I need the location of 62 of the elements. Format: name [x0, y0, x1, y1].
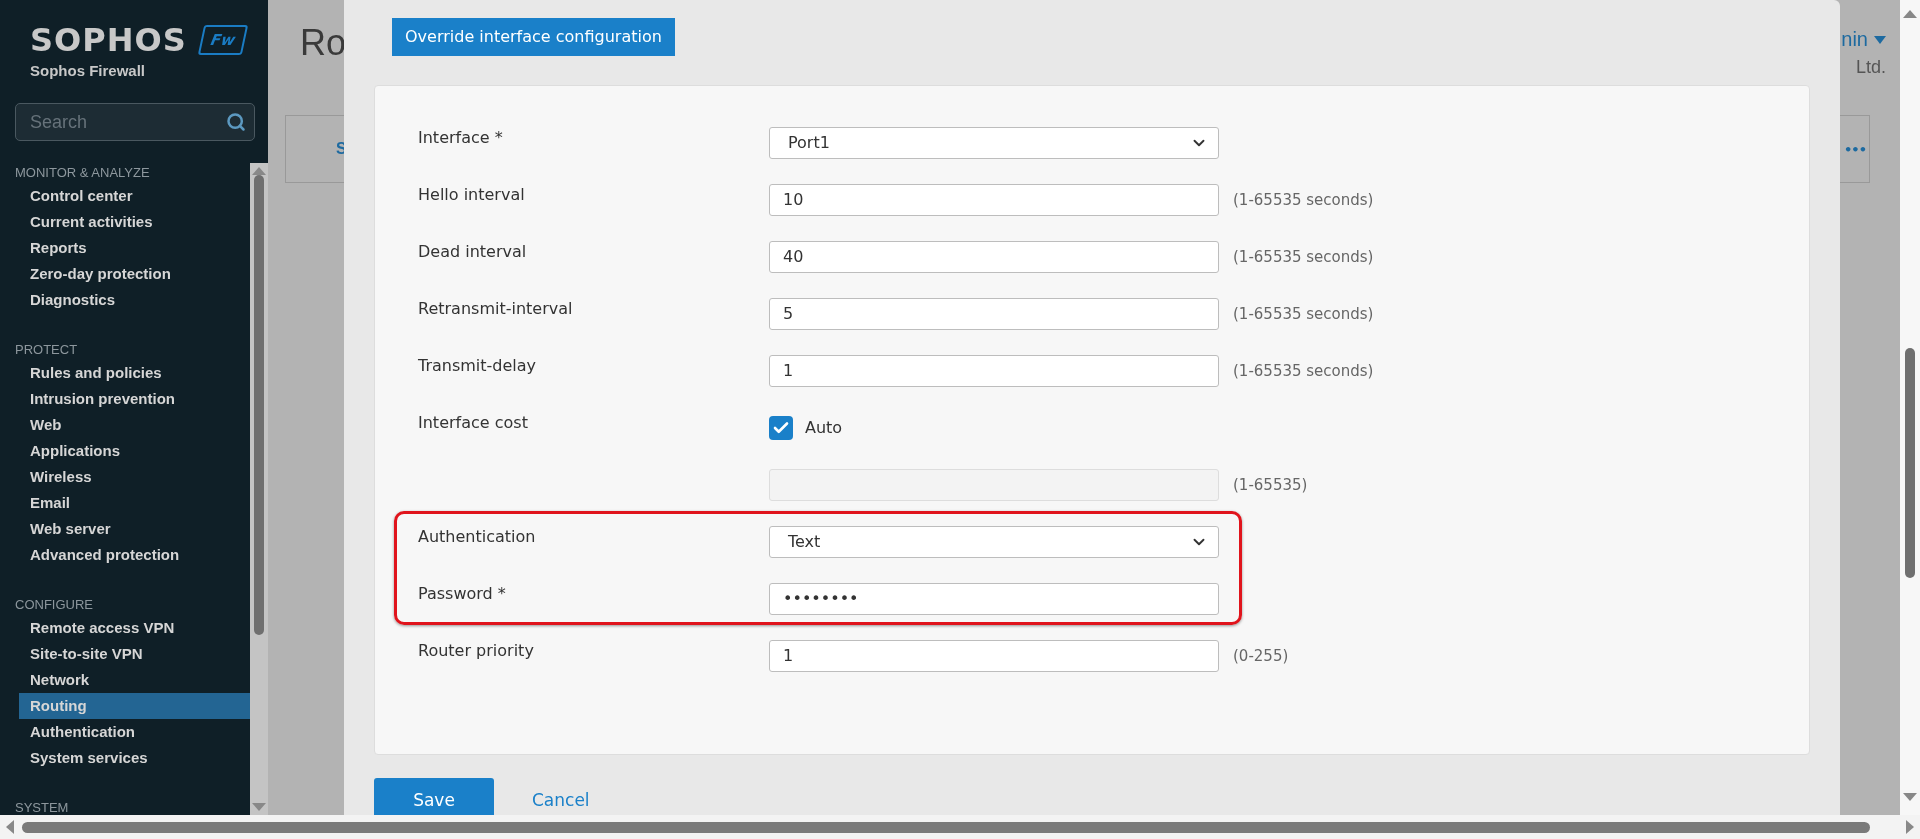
scrollbar[interactable]: [0, 815, 1920, 839]
field-label: Retransmit-interval: [418, 298, 574, 318]
input-field[interactable]: 1: [769, 639, 1219, 672]
nav-item[interactable]: Diagnostics: [19, 287, 250, 313]
field-label: Hello interval: [418, 184, 526, 204]
nav-item[interactable]: Wireless: [19, 464, 250, 490]
nav-item[interactable]: Authentication: [19, 719, 250, 745]
nav-item[interactable]: Applications: [19, 438, 250, 464]
page-title: Ro: [300, 22, 347, 65]
range-hint: (1-65535 seconds): [1233, 247, 1374, 266]
nav-item[interactable]: Advanced protection: [19, 542, 250, 568]
checkbox-label: Auto: [805, 418, 843, 437]
brand-logo: SOPHOS: [30, 22, 187, 58]
nav-item[interactable]: Web server: [19, 516, 250, 542]
product-badge: Fw: [197, 25, 249, 55]
save-button[interactable]: Save: [374, 778, 494, 815]
checkbox[interactable]: [769, 415, 793, 440]
range-hint: (1-65535 seconds): [1233, 304, 1374, 323]
nav-item[interactable]: Network: [19, 667, 250, 693]
range-hint: (0-255): [1233, 646, 1289, 665]
input-field[interactable]: 5: [769, 297, 1219, 330]
input-field[interactable]: 40: [769, 240, 1219, 273]
field-label: Interface cost: [418, 412, 529, 432]
input-field[interactable]: ••••••••: [769, 582, 1219, 615]
field-label: Interface *: [418, 127, 504, 147]
dialog-title: Override interface configuration: [392, 18, 675, 56]
caret-icon: [1874, 35, 1886, 44]
section-title: SYSTEM: [14, 799, 70, 815]
field-label: Password *: [418, 583, 507, 603]
nav-item[interactable]: Site-to-site VPN: [19, 641, 250, 667]
input-field[interactable]: 1: [769, 354, 1219, 387]
scrollbar[interactable]: [250, 163, 268, 815]
nav-item[interactable]: System services: [19, 745, 250, 771]
nav-item[interactable]: Current activities: [19, 209, 250, 235]
field-label: Authentication: [418, 526, 537, 546]
input-field[interactable]: 10: [769, 183, 1219, 216]
product-name: Sophos Firewall: [30, 62, 147, 79]
search-field[interactable]: Search: [15, 103, 255, 141]
nav-item[interactable]: Rules and policies: [19, 360, 250, 386]
nav-item[interactable]: Routing: [19, 693, 250, 719]
range-hint: (1-65535 seconds): [1233, 190, 1374, 209]
range-hint: (1-65535 seconds): [1233, 361, 1374, 380]
nav-item[interactable]: Intrusion prevention: [19, 386, 250, 412]
nav-item[interactable]: Web: [19, 412, 250, 438]
nav-item[interactable]: Remote access VPN: [19, 615, 250, 641]
section-title: MONITOR & ANALYZE: [14, 164, 151, 182]
nav-item[interactable]: Zero-day protection: [19, 261, 250, 287]
range-hint: (1-65535): [1233, 475, 1308, 494]
nav-item[interactable]: Control center: [19, 183, 250, 209]
scrollbar[interactable]: [1900, 0, 1920, 815]
section-title: PROTECT: [14, 341, 79, 359]
field-label: Router priority: [418, 640, 535, 660]
field-label: Dead interval: [418, 241, 528, 261]
cancel-link[interactable]: Cancel: [532, 790, 590, 810]
nav-item[interactable]: Email: [19, 490, 250, 516]
field-label: Transmit-delay: [418, 355, 538, 375]
company-name: Ltd.: [1855, 57, 1886, 78]
select-field[interactable]: Text: [769, 525, 1219, 558]
nav-item[interactable]: Reports: [19, 235, 250, 261]
search-icon[interactable]: [226, 112, 246, 132]
select-field[interactable]: Port1: [769, 126, 1219, 159]
section-title: CONFIGURE: [14, 596, 94, 614]
